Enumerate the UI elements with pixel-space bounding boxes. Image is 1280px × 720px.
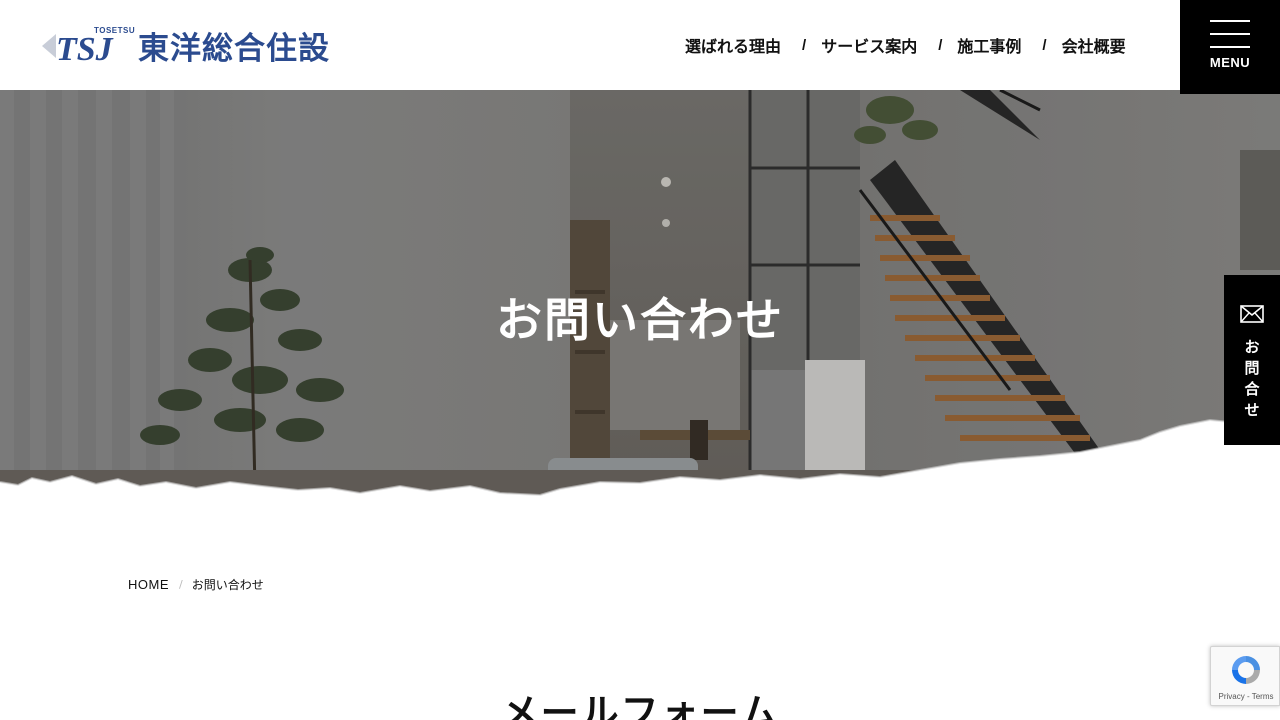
side-contact-button[interactable]: お 問 合 せ [1224, 275, 1280, 445]
menu-button[interactable]: MENU [1180, 0, 1280, 94]
nav-item-reasons[interactable]: 選ばれる理由 [685, 33, 781, 57]
nav-item-works[interactable]: 施工事例 [957, 33, 1021, 57]
logo-subtext: TOSETSU [94, 26, 136, 35]
recaptcha-icon [1232, 656, 1260, 684]
side-contact-char: 問 [1244, 359, 1260, 377]
mail-icon [1240, 305, 1264, 323]
menu-label: MENU [1209, 55, 1251, 70]
side-contact-label: お 問 合 せ [1224, 337, 1280, 421]
side-contact-char: せ [1244, 401, 1260, 419]
hamburger-icon [1210, 33, 1250, 35]
logo-name: 東洋総合住設 [138, 30, 330, 67]
side-contact-char: 合 [1244, 380, 1260, 398]
logo-mark-icon: TSJ TOSETSU [42, 24, 136, 68]
nav-separator: / [938, 36, 943, 54]
breadcrumb-separator: / [179, 578, 183, 591]
hamburger-icon [1210, 46, 1250, 48]
recaptcha-privacy-terms-link[interactable]: Privacy - Terms [1211, 692, 1280, 701]
hero-banner: お問い合わせ [0, 90, 1280, 500]
global-nav: 選ばれる理由 / サービス案内 / 施工事例 / 会社概要 [685, 33, 1126, 57]
hamburger-icon [1210, 20, 1250, 22]
breadcrumb-home-link[interactable]: HOME [128, 577, 169, 592]
nav-item-company[interactable]: 会社概要 [1062, 33, 1126, 57]
nav-item-services[interactable]: サービス案内 [821, 33, 917, 57]
page-title: お問い合わせ [496, 293, 784, 347]
logo-mark-text: TSJ [56, 31, 114, 66]
section-title-mail-form: メールフォーム [500, 691, 780, 720]
breadcrumb-current: お問い合わせ [191, 578, 264, 592]
side-contact-char: お [1244, 338, 1260, 356]
nav-separator: / [802, 36, 807, 54]
nav-separator: / [1042, 36, 1047, 54]
site-logo[interactable]: TSJ TOSETSU 東洋総合住設 [42, 22, 330, 68]
recaptcha-badge[interactable]: Privacy - Terms [1210, 646, 1280, 706]
breadcrumb: HOME / お問い合わせ [128, 576, 264, 593]
site-header: TSJ TOSETSU 東洋総合住設 選ばれる理由 / サービス案内 / 施工事… [0, 0, 1280, 94]
